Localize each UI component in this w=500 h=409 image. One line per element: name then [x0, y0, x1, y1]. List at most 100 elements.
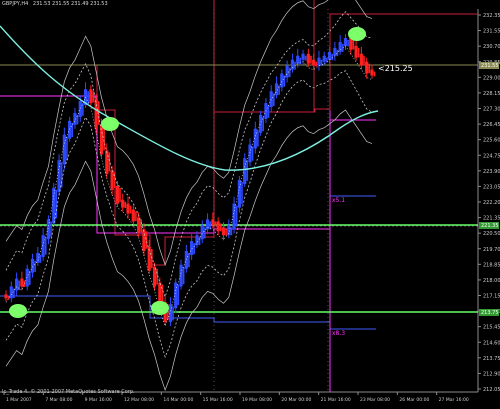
candle-body — [188, 252, 190, 268]
price-tag-label: 213.75 — [481, 310, 499, 316]
candle-body — [124, 201, 127, 209]
level-tag-lower: x8.3 — [332, 330, 345, 337]
price-tick-label: 213.75 — [483, 356, 500, 362]
time-tick-label: 23 Mar 08:00 — [360, 397, 390, 403]
price-tick-label: 222.20 — [483, 200, 500, 206]
candle-body — [343, 38, 348, 46]
candle-body — [243, 158, 247, 184]
candle-body — [363, 55, 365, 66]
candle-body — [209, 221, 211, 230]
candle-body — [333, 47, 337, 56]
candle-body — [365, 61, 369, 74]
candle-body — [168, 304, 173, 322]
time-tick-label: 9 Mar 16:00 — [85, 397, 112, 403]
ohlc-values: 231.53 231.55 231.49 231.53 — [32, 1, 108, 7]
candle-body — [359, 53, 363, 66]
candle-body — [347, 40, 349, 47]
candle-body — [15, 278, 19, 291]
price-tick-label: 225.60 — [483, 138, 500, 144]
candle-body — [326, 57, 328, 63]
price-tag-label: 221.35 — [481, 223, 499, 229]
candle-body — [50, 221, 52, 238]
price-tick-label: 223.90 — [483, 169, 500, 175]
candle-body — [195, 235, 199, 246]
candle-body — [338, 41, 342, 52]
candle-body — [349, 38, 353, 50]
candle-body — [253, 128, 257, 149]
candle-body — [29, 270, 31, 285]
candle-body — [214, 221, 217, 227]
candle-body — [44, 237, 47, 255]
candle-body — [336, 49, 339, 57]
candle-body — [66, 136, 68, 161]
candle-body — [131, 209, 135, 222]
price-chart[interactable]: 232.35231.55230.70229.85229.00228.15227.… — [0, 0, 500, 405]
price-tick-label: 229.00 — [483, 75, 500, 81]
price-tick-label: 212.90 — [483, 371, 500, 377]
price-tick-label: 223.05 — [483, 184, 500, 190]
time-tick-label: 15 Mar 16:00 — [203, 397, 233, 403]
candle-body — [269, 91, 273, 108]
time-tick-label: 1 Mar 2007 — [6, 397, 32, 403]
candle-body — [110, 170, 114, 190]
candle-body — [135, 211, 137, 222]
red-range-box — [0, 13, 478, 266]
candle-body — [129, 205, 132, 214]
time-tick-label: 14 Mar 00:00 — [163, 397, 193, 403]
candle-body — [248, 144, 252, 163]
candle-body — [216, 221, 220, 232]
price-tick-label: 217.15 — [483, 294, 500, 300]
candle-body — [140, 219, 143, 233]
candle-body — [219, 223, 222, 232]
time-tick-label: 20 Mar 00:00 — [281, 397, 311, 403]
candle-body — [370, 69, 374, 76]
candle-body — [327, 51, 332, 60]
price-tick-label: 227.30 — [483, 107, 500, 113]
candle-body — [205, 219, 210, 230]
current-price-label: <215.25 — [378, 64, 413, 73]
signal-marker — [151, 301, 169, 315]
candle-body — [301, 53, 305, 60]
candle-body — [235, 205, 238, 227]
copyright-text: Ic_Trade 4. © 2001-2007 MetaQuotes Softw… — [2, 389, 135, 395]
candle-body — [373, 71, 376, 77]
candle-body — [60, 162, 63, 188]
candle-body — [184, 250, 188, 269]
candle-body — [211, 219, 215, 226]
candle-body — [259, 114, 263, 133]
time-tick-label: 19 Mar 08:00 — [242, 397, 272, 403]
signal-marker — [101, 117, 119, 131]
price-tag-label: 231.55 — [481, 63, 499, 69]
candle-body — [18, 280, 21, 291]
candle-body — [193, 243, 196, 255]
candle-body — [357, 47, 360, 58]
candle-body — [172, 306, 174, 321]
time-tick-label: 21 Mar 16:00 — [321, 397, 351, 403]
candle-body — [68, 120, 72, 139]
candle-body — [251, 146, 254, 161]
time-tick-label: 7 Mar 08:00 — [45, 397, 72, 403]
price-tick-label: 221.35 — [483, 216, 500, 222]
candle-body — [368, 63, 371, 74]
candle-body — [221, 227, 226, 236]
candle-body — [285, 65, 289, 78]
candle-body — [246, 160, 249, 181]
candle-body — [4, 294, 8, 299]
price-tick-label: 218.00 — [483, 278, 500, 284]
candle-body — [121, 199, 125, 208]
moving-average-line — [0, 25, 379, 171]
candle-body — [34, 260, 36, 272]
candle-body — [182, 266, 185, 285]
candle-body — [145, 231, 148, 249]
price-tick-label: 231.55 — [483, 29, 500, 35]
candle-body — [296, 55, 300, 64]
lower-envelope — [5, 70, 373, 358]
price-tick-label: 218.85 — [483, 262, 500, 268]
candle-body — [198, 237, 201, 246]
candle-body — [241, 181, 243, 205]
candle-body — [315, 61, 318, 67]
chart-header: GBPJPY,H4 231.53 231.55 231.49 231.53 — [2, 1, 111, 7]
candle-body — [177, 284, 180, 306]
candle-body — [30, 258, 35, 273]
time-tick-label: 12 Mar 08:00 — [124, 397, 154, 403]
